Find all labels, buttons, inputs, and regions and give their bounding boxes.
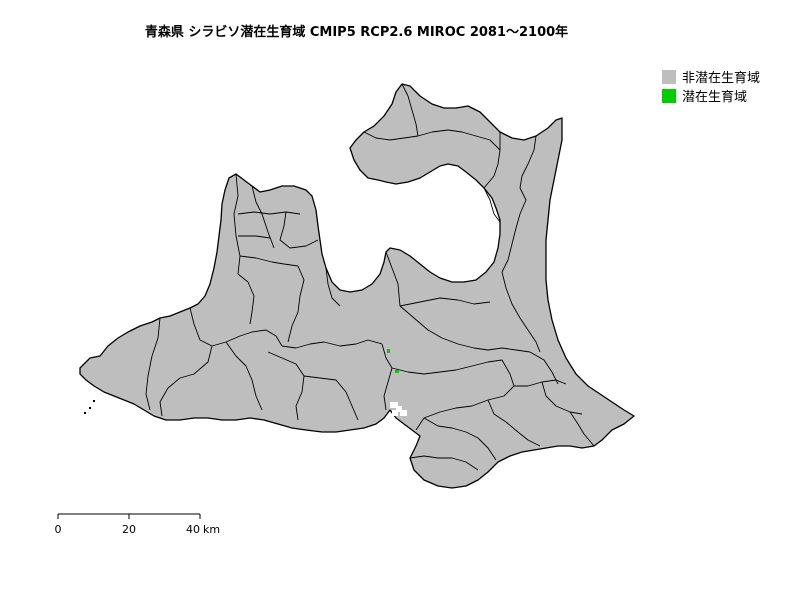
scale-label-0: 0 bbox=[55, 523, 62, 536]
coastal-islets bbox=[84, 400, 95, 414]
prefecture-landmass bbox=[79, 83, 635, 489]
scale-bar bbox=[57, 513, 201, 519]
scale-label-40: 40 bbox=[186, 523, 200, 536]
scale-unit: km bbox=[203, 523, 220, 536]
prefecture-map: 0 20 40 km bbox=[55, 83, 635, 536]
scale-label-20: 20 bbox=[122, 523, 136, 536]
